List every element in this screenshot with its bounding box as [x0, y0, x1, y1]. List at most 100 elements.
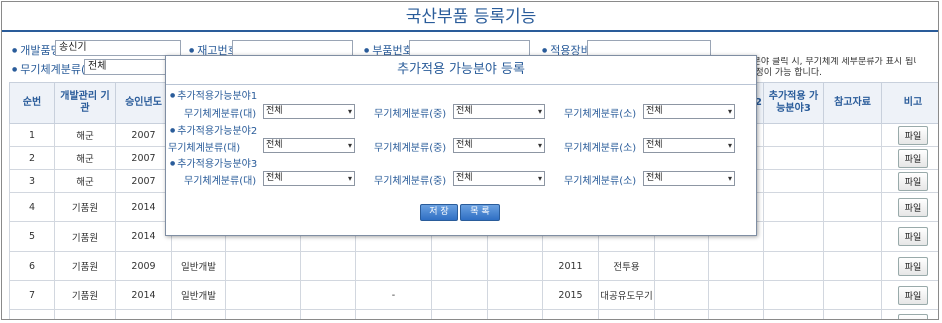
cell-year: 2014: [115, 221, 172, 252]
group-2-small-select[interactable]: 전체 ▾: [643, 138, 735, 153]
cell: [654, 280, 709, 310]
cell: [823, 169, 882, 193]
group-2-large-select[interactable]: 전체 ▾: [263, 138, 355, 153]
chevron-down-icon: ▾: [727, 141, 732, 150]
cell-year: 2014: [115, 280, 172, 310]
cell-org: 육군: [54, 309, 116, 319]
table-row[interactable]: 6 기품원 2009 일반개발 2011 전투용 파일: [9, 251, 938, 281]
cell: [225, 280, 301, 310]
cell-no: 8: [9, 309, 55, 319]
cell: [654, 251, 709, 281]
cell: [300, 251, 356, 281]
cell-no: 6: [9, 251, 55, 281]
help-note-line1: 가능분야 클릭 시, 무기체계 세부분류가 표시 됩니다.: [736, 57, 916, 67]
cell-year: 2009: [115, 309, 172, 319]
cell: [654, 309, 709, 319]
cell: [431, 280, 488, 310]
cell: [823, 251, 882, 281]
page-title: 국산부품 등록기능: [2, 2, 938, 32]
cell-use: 대공유도무기: [598, 280, 655, 310]
group-3-mid-select[interactable]: 전체 ▾: [453, 171, 545, 186]
cell-org: 기품원: [54, 251, 116, 281]
cell-org: 기품원: [54, 221, 116, 252]
cell: [487, 309, 543, 319]
cell-year2: 2015: [542, 280, 599, 310]
save-button[interactable]: 저 장: [420, 204, 458, 221]
file-button[interactable]: 파일: [897, 313, 929, 319]
cell-org: 해군: [54, 123, 116, 147]
cell-year: 2007: [115, 146, 172, 170]
cell-remark: 파일: [881, 221, 938, 252]
group-1-mid-select[interactable]: 전체 ▾: [453, 104, 545, 119]
file-button[interactable]: 파일: [897, 125, 929, 145]
cell: [431, 309, 488, 319]
cell-use: 전투용: [598, 309, 655, 319]
cell: [763, 280, 824, 310]
col-header-year: 승인년도: [115, 82, 172, 124]
group-1-label: 추가적용가능분야1: [170, 87, 257, 102]
cell: [225, 251, 301, 281]
group-2-mid-select[interactable]: 전체 ▾: [453, 138, 545, 153]
cell-year: 2007: [115, 169, 172, 193]
cell: [823, 146, 882, 170]
part-no-input[interactable]: [409, 40, 530, 56]
cell-year: 2009: [115, 251, 172, 281]
app-frame: 국산부품 등록기능 개발품명 송신기 재고번호 부품번호 적용장비 무기체계분류…: [1, 1, 939, 320]
cell-type: 일반개발: [171, 280, 226, 310]
cell: [431, 251, 488, 281]
cell: [763, 146, 824, 170]
file-button[interactable]: 파일: [897, 256, 929, 276]
cell-remark: 파일: [881, 123, 938, 147]
register-modal: 추가적용 가능분야 등록 추가적용가능분야1 무기체계분류(대) 전체▾ 무기체…: [165, 55, 757, 236]
group-3-large-label: 무기체계분류(대): [184, 176, 257, 187]
weapon-class-select[interactable]: 전체: [84, 59, 172, 75]
cell-org: 해군: [54, 146, 116, 170]
cell-use: 전투용: [598, 251, 655, 281]
group-3-mid-label: 무기체계분류(중): [374, 176, 447, 187]
cell: [708, 251, 764, 281]
cell-year2: 2013: [542, 309, 599, 319]
cell-no: 5: [9, 221, 55, 252]
cell-no: 1: [9, 123, 55, 147]
cell-year: 2014: [115, 192, 172, 222]
col-header-extra3: 추가적용 가능분야3: [763, 82, 824, 124]
cell: [487, 251, 543, 281]
cell-year2: 2011: [542, 251, 599, 281]
file-button[interactable]: 파일: [897, 227, 929, 246]
dev-item-input[interactable]: 송신기: [55, 40, 181, 56]
cell: [763, 192, 824, 222]
table-row[interactable]: 8 육군 2009 2013 전투용 파일: [9, 309, 938, 319]
col-header-no: 순번: [9, 82, 55, 124]
group-3-large-select[interactable]: 전체 ▾: [263, 171, 355, 186]
cell-remark: 파일: [881, 146, 938, 170]
cell-type: [171, 309, 226, 319]
cell: [763, 169, 824, 193]
file-button[interactable]: 파일: [897, 285, 929, 305]
cell: [300, 309, 356, 319]
file-button[interactable]: 파일: [897, 171, 929, 191]
cell-no: 7: [9, 280, 55, 310]
cell: [763, 251, 824, 281]
group-1-small-select[interactable]: 전체 ▾: [643, 104, 735, 119]
cell: [487, 280, 543, 310]
cell-remark: 파일: [881, 280, 938, 310]
cell: [823, 221, 882, 252]
group-3-small-select[interactable]: 전체 ▾: [643, 171, 735, 186]
help-note: 가능분야 클릭 시, 무기체계 세부분류가 표시 됩니다. 가 수정이 가능 합…: [736, 57, 916, 79]
group-1-large-select[interactable]: 전체 ▾: [263, 104, 355, 119]
cell: [763, 309, 824, 319]
table-row[interactable]: 7 기품원 2014 일반개발 - 2015 대공유도무기 파일: [9, 280, 938, 310]
group-1-small-label: 무기체계분류(소): [564, 109, 637, 120]
file-button[interactable]: 파일: [897, 197, 929, 217]
equip-input[interactable]: [587, 40, 711, 56]
cell-remark: 파일: [881, 309, 938, 319]
cell-org: 기품원: [54, 280, 116, 310]
dev-item-label: 개발품명: [12, 42, 60, 58]
file-button[interactable]: 파일: [897, 148, 929, 168]
list-button[interactable]: 목 록: [460, 204, 500, 221]
cell: [763, 221, 824, 252]
chevron-down-icon: ▾: [537, 141, 542, 150]
stock-no-input[interactable]: [232, 40, 353, 56]
cell-mid: [355, 251, 432, 281]
chevron-down-icon: ▾: [727, 107, 732, 116]
